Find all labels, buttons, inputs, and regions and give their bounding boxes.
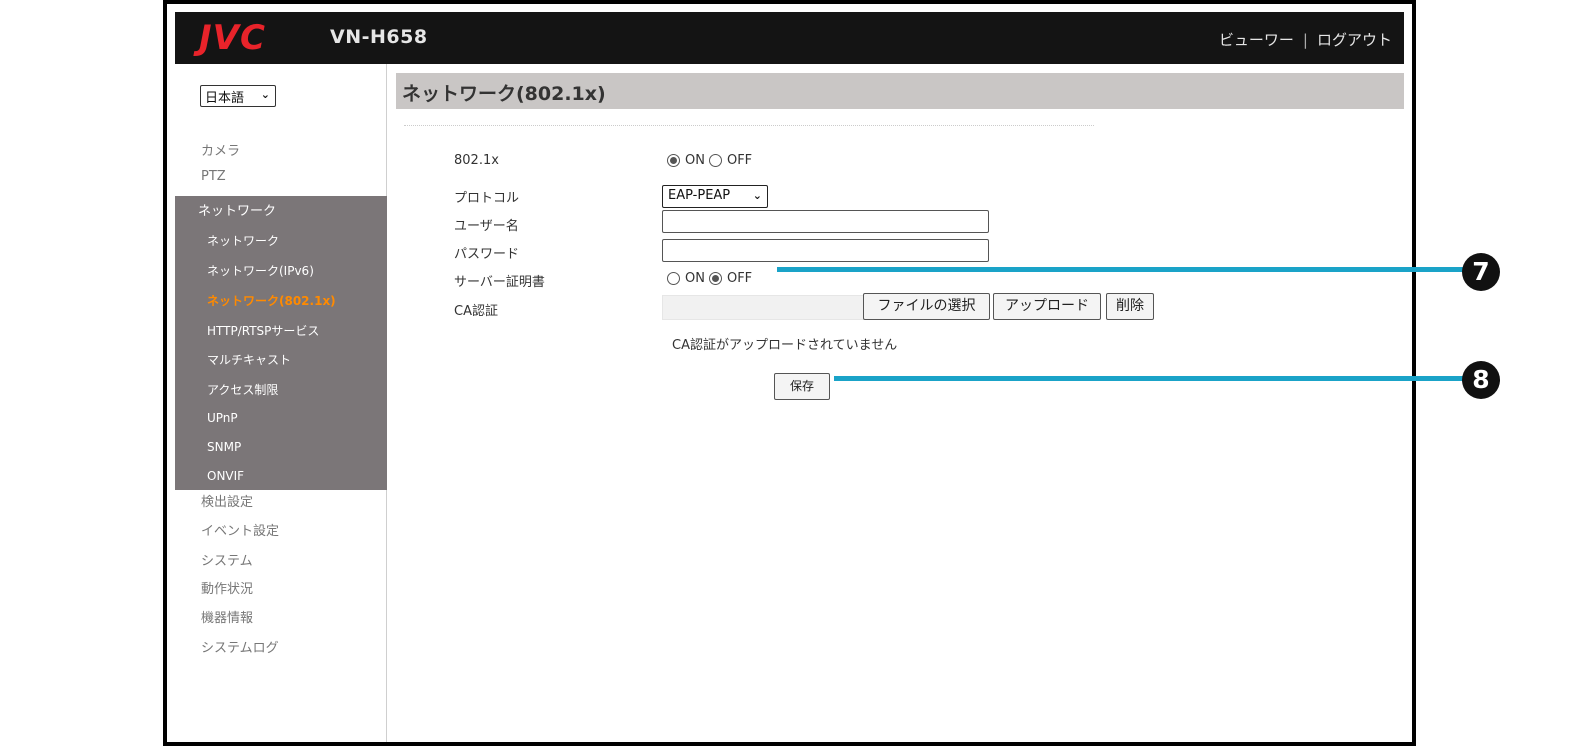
server-cert-off-label: OFF [726,271,753,286]
protocol-select[interactable]: EAP-PEAP ⌄ [662,185,768,208]
dot1x-radio-group: ON OFF [667,153,756,168]
sidebar-subitem-http-rtsp[interactable]: HTTP/RTSPサービス [207,322,319,339]
viewer-link[interactable]: ビューワー [1219,31,1294,49]
browser-frame: JVC VN-H658 ビューワー | ログアウト 日本語 ⌄ カメラ PTZ ネッ… [163,0,1416,746]
protocol-label: プロトコル [454,191,520,206]
header-links: ビューワー | ログアウト [1219,29,1392,50]
save-button[interactable]: 保存 [774,373,830,400]
server-cert-radio-group: ON OFF [667,271,756,286]
sidebar-item-system-log[interactable]: システムログ [201,637,279,656]
sidebar-subitem-access-control[interactable]: アクセス制限 [207,381,278,398]
sidebar-subitem-network-8021x[interactable]: ネットワーク(802.1x) [207,292,336,309]
dot1x-on-radio[interactable] [667,154,680,167]
chevron-down-icon: ⌄ [260,88,270,101]
sidebar-subitem-upnp[interactable]: UPnP [207,411,238,425]
title-bar: ネットワーク(802.1x) [396,73,1404,109]
main-panel: ネットワーク(802.1x) 802.1x ON OFF プロトコル EAP-P… [396,64,1404,742]
sidebar-item-device-info[interactable]: 機器情報 [201,607,253,626]
delete-button[interactable]: 削除 [1106,293,1154,320]
ca-status-text: CA認証がアップロードされていません [672,338,898,353]
jvc-logo: JVC [199,18,266,58]
sidebar-item-event[interactable]: イベント設定 [201,520,279,539]
server-cert-off-radio[interactable] [708,272,722,285]
sidebar: 日本語 ⌄ カメラ PTZ ネットワーク ネットワーク ネットワーク(IPv6)… [175,64,387,742]
password-input[interactable] [662,239,989,262]
logout-link[interactable]: ログアウト [1317,31,1392,49]
language-select[interactable]: 日本語 ⌄ [200,85,276,107]
page-title: ネットワーク(802.1x) [402,83,606,105]
server-cert-on-label: ON [685,271,705,286]
sidebar-subitem-onvif[interactable]: ONVIF [207,469,244,483]
choose-file-button[interactable]: ファイルの選択 [863,293,990,320]
callout-line-7 [777,267,1467,272]
sidebar-item-status[interactable]: 動作状況 [201,578,253,597]
protocol-value: EAP-PEAP [668,188,731,203]
chevron-down-icon: ⌄ [752,189,762,202]
sidebar-subitem-network-ipv6[interactable]: ネットワーク(IPv6) [207,262,314,279]
sidebar-item-network[interactable]: ネットワーク [198,200,276,219]
dot1x-on-label: ON [685,153,705,168]
callout-line-8 [834,376,1466,381]
callout-badge-8: 8 [1462,361,1500,399]
network-menu-group: ネットワーク ネットワーク ネットワーク(IPv6) ネットワーク(802.1x… [175,196,387,490]
callout-badge-7: 7 [1462,253,1500,291]
language-value: 日本語 [205,91,245,106]
sidebar-subitem-network[interactable]: ネットワーク [207,232,279,249]
model-name: VN-H658 [330,26,428,48]
dot1x-off-radio[interactable] [708,154,722,167]
ca-label: CA認証 [454,304,498,319]
sidebar-item-system[interactable]: システム [201,550,253,569]
ca-file-display [662,295,864,320]
sidebar-item-detection[interactable]: 検出設定 [201,491,253,510]
sidebar-item-camera[interactable]: カメラ [201,140,240,159]
server-cert-on-radio[interactable] [667,272,680,285]
username-label: ユーザー名 [454,219,519,234]
server-cert-label: サーバー証明書 [454,275,545,290]
sidebar-subitem-snmp[interactable]: SNMP [207,440,241,454]
divider [404,125,1094,126]
header: JVC VN-H658 ビューワー | ログアウト [175,12,1404,64]
username-input[interactable] [662,210,989,233]
sidebar-subitem-multicast[interactable]: マルチキャスト [207,351,291,368]
password-label: パスワード [454,247,520,262]
upload-button[interactable]: アップロード [993,293,1101,320]
header-separator: | [1302,31,1308,49]
dot1x-label: 802.1x [454,153,499,168]
sidebar-item-ptz[interactable]: PTZ [201,169,226,184]
dot1x-off-label: OFF [726,153,753,168]
